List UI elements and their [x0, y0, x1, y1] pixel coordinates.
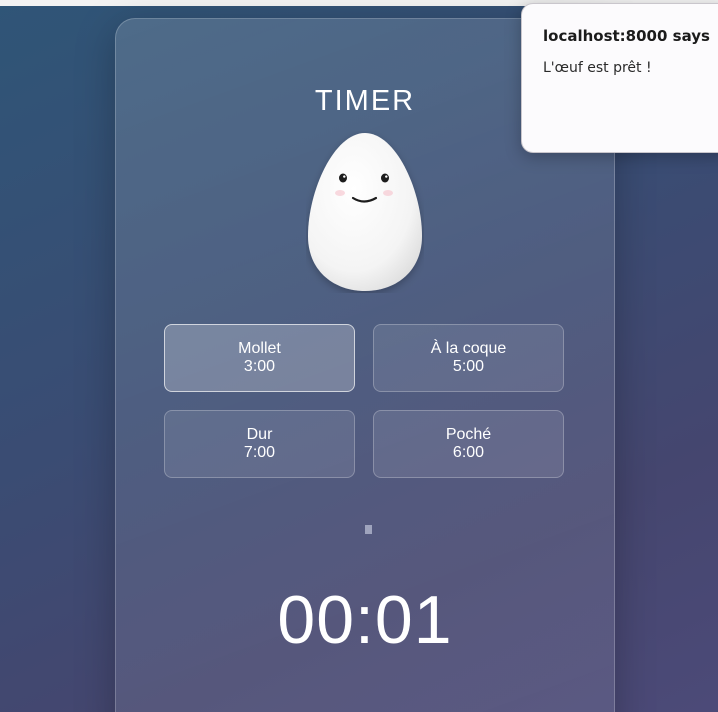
preset-a-la-coque-button[interactable]: À la coque 5:00 — [373, 324, 564, 392]
egg-character-icon — [306, 131, 424, 293]
preset-label: À la coque — [430, 340, 507, 357]
preset-label: Dur — [246, 426, 273, 443]
preset-time: 5:00 — [452, 358, 485, 375]
alert-title: localhost:8000 says — [543, 27, 710, 45]
alert-dialog: localhost:8000 says L'œuf est prêt ! — [521, 3, 718, 153]
preset-label: Mollet — [238, 340, 281, 357]
preset-mollet-button[interactable]: Mollet 3:00 — [164, 324, 355, 392]
progress-indicator — [365, 525, 372, 534]
preset-time: 3:00 — [243, 358, 276, 375]
alert-message: L'œuf est prêt ! — [543, 60, 652, 76]
preset-dur-button[interactable]: Dur 7:00 — [164, 410, 355, 478]
preset-label: Poché — [445, 426, 492, 443]
preset-poche-button[interactable]: Poché 6:00 — [373, 410, 564, 478]
countdown-display: 00:01 — [277, 582, 453, 658]
preset-time: 6:00 — [452, 444, 485, 461]
preset-time: 7:00 — [243, 444, 276, 461]
